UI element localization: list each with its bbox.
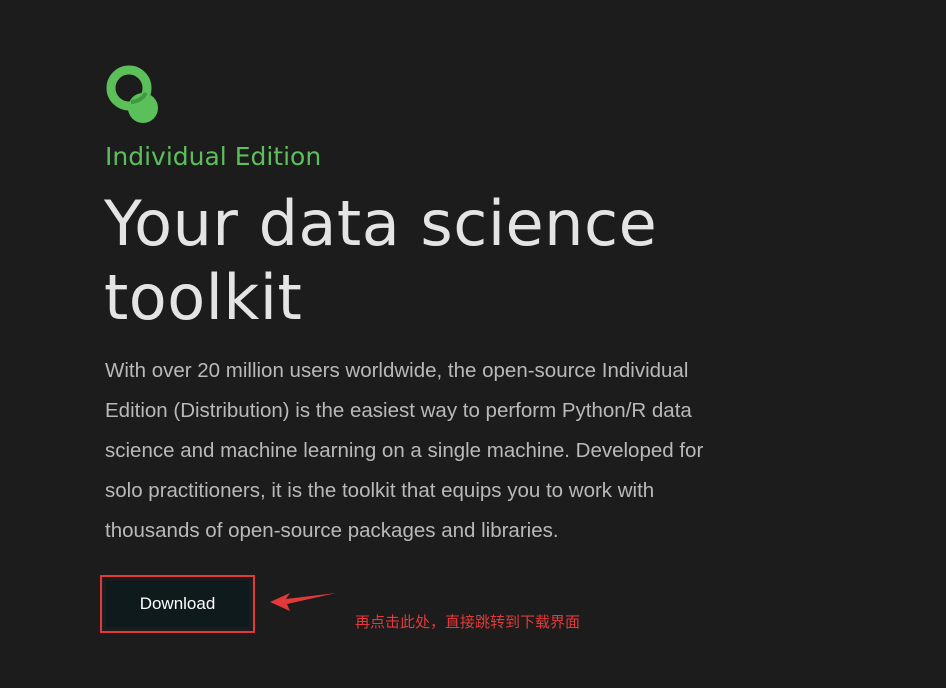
- description-line: With over 20 million users worldwide, th…: [105, 359, 689, 382]
- download-button[interactable]: Download: [106, 581, 249, 627]
- highlight-box: Download: [100, 575, 255, 633]
- page-title-line1: Your data science: [104, 187, 658, 260]
- edition-label: Individual Edition: [105, 142, 322, 171]
- description-line: science and machine learning on a single…: [105, 439, 704, 462]
- annotation-text: 再点击此处，直接跳转到下载界面: [355, 613, 581, 631]
- left-arrow-icon: [270, 593, 336, 611]
- product-description: With over 20 million users worldwide, th…: [105, 351, 785, 551]
- description-line: solo practitioners, it is the toolkit th…: [105, 479, 655, 502]
- page-title-line2: toolkit: [104, 261, 303, 334]
- page-title: Your data science toolkit: [104, 187, 744, 335]
- description-line: thousands of open-source packages and li…: [105, 519, 559, 542]
- anaconda-ring-icon: [106, 65, 158, 123]
- anaconda-landing-page: Individual Edition Your data science too…: [0, 0, 946, 688]
- description-line: Edition (Distribution) is the easiest wa…: [105, 399, 692, 422]
